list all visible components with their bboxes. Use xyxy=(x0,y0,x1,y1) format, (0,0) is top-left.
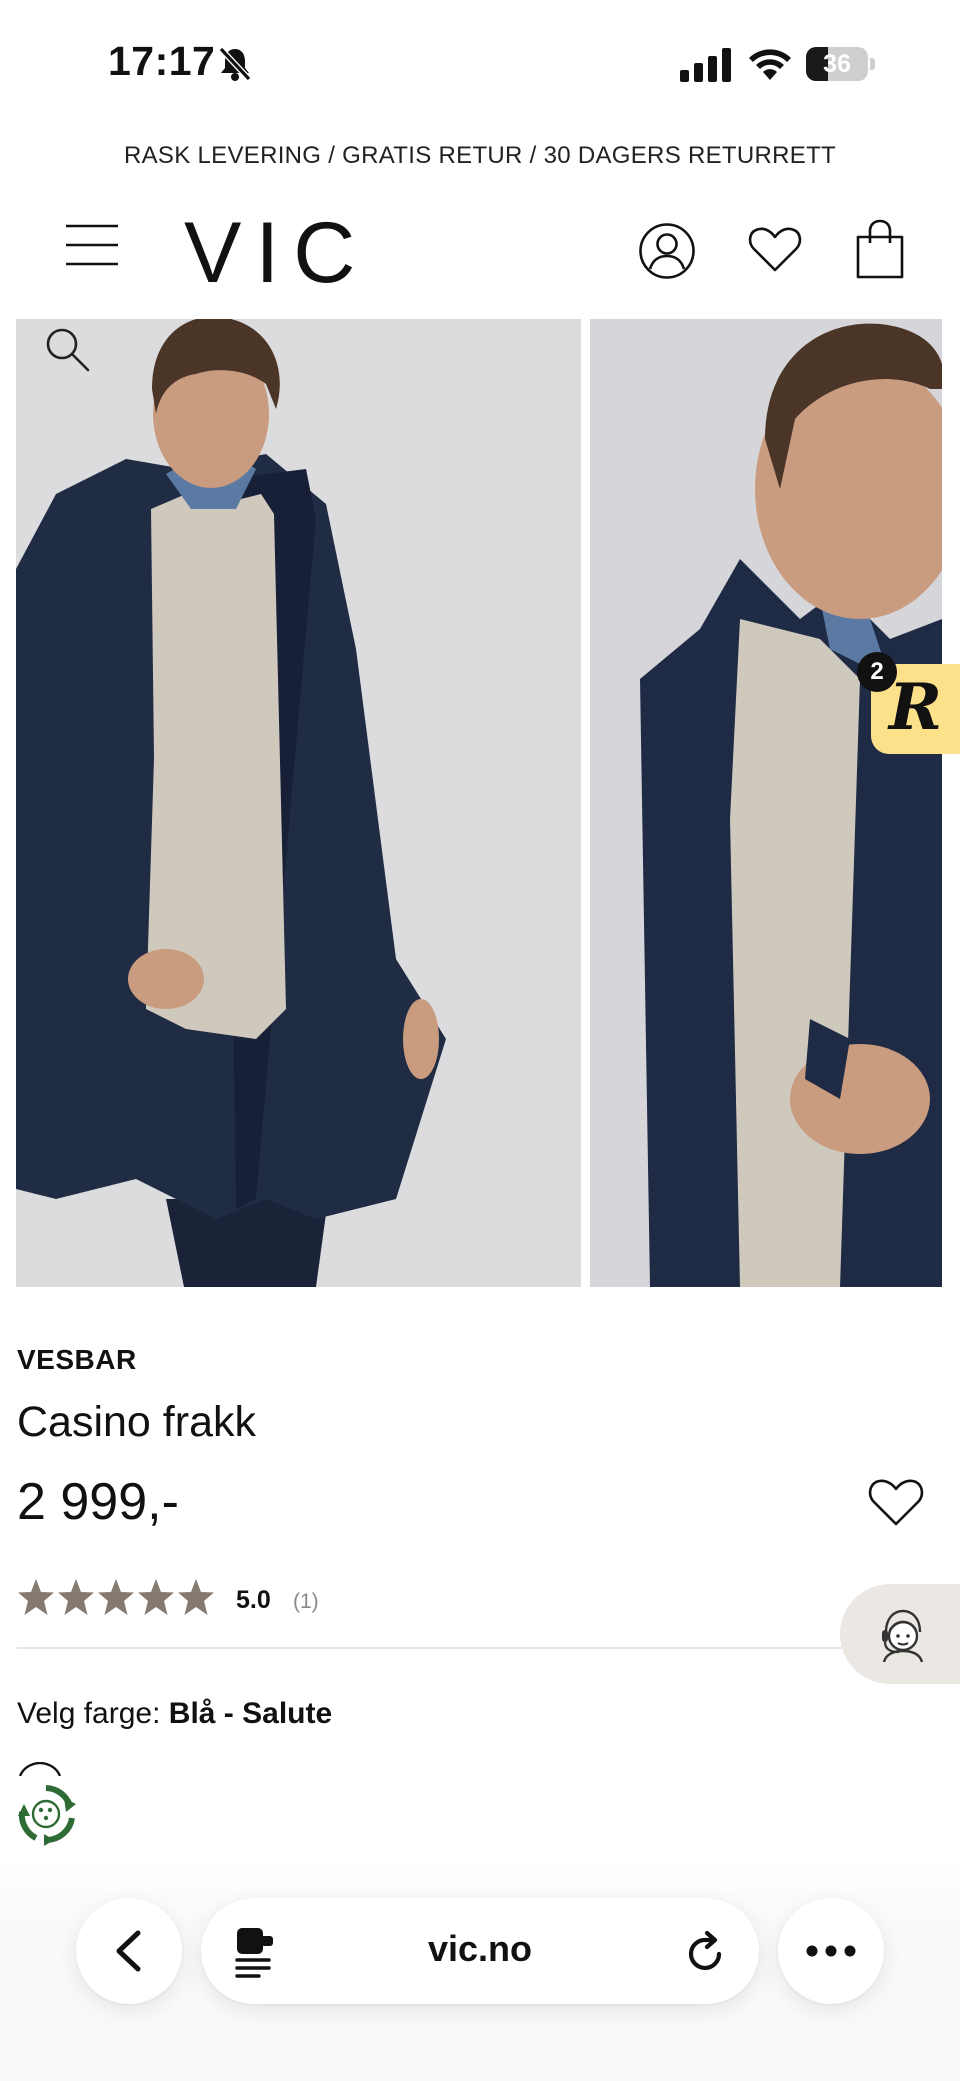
product-price: 2 999,- xyxy=(17,1473,179,1531)
cellular-signal-icon xyxy=(680,48,731,82)
wishlist-icon[interactable] xyxy=(748,226,802,274)
address-bar[interactable]: vic.no xyxy=(201,1898,759,2004)
account-icon[interactable] xyxy=(638,222,696,280)
color-selector-label: Velg farge: Blå - Salute xyxy=(17,1697,332,1731)
browser-back-button[interactable] xyxy=(76,1898,182,2004)
divider xyxy=(17,1647,897,1649)
color-label: Velg farge: xyxy=(17,1697,161,1730)
support-agent-icon xyxy=(882,1609,924,1663)
star-icon xyxy=(98,1579,134,1615)
notification-badge: 2 xyxy=(857,652,897,692)
search-icon[interactable] xyxy=(44,326,90,372)
url-text[interactable]: vic.no xyxy=(201,1928,759,1970)
product-title: Casino frakk xyxy=(17,1398,256,1446)
product-gallery[interactable] xyxy=(16,319,942,1287)
customer-support-button[interactable] xyxy=(840,1584,960,1684)
review-count[interactable]: (1) xyxy=(293,1590,319,1614)
product-brand[interactable]: VESBAR xyxy=(17,1344,137,1376)
selected-color: Blå - Salute xyxy=(168,1697,333,1730)
battery-icon: 36 xyxy=(806,47,876,81)
more-options-button[interactable] xyxy=(778,1898,884,2004)
rating-stars[interactable] xyxy=(17,1578,215,1622)
star-icon xyxy=(18,1579,54,1615)
star-icon xyxy=(58,1579,94,1615)
battery-level: 36 xyxy=(823,50,851,78)
wifi-icon xyxy=(749,49,791,80)
product-photo-full-body[interactable] xyxy=(16,319,581,1287)
shopping-bag-icon[interactable] xyxy=(855,219,905,279)
color-swatch[interactable] xyxy=(18,1762,62,1776)
recycle-icon[interactable] xyxy=(14,1782,78,1846)
announcement-bar: RASK LEVERING / GRATIS RETUR / 30 DAGERS… xyxy=(123,142,836,169)
back-arrow-icon xyxy=(116,1930,141,1972)
menu-icon[interactable] xyxy=(66,224,118,266)
more-icon xyxy=(806,1945,856,1957)
bell-slash-icon xyxy=(218,46,252,82)
rating-value: 5.0 xyxy=(236,1586,271,1614)
brand-logo[interactable]: VIC xyxy=(184,210,369,296)
star-icon xyxy=(138,1579,174,1615)
product-photo-closeup[interactable] xyxy=(590,319,942,1287)
star-icon xyxy=(178,1579,214,1615)
status-time: 17:17 xyxy=(108,38,216,84)
add-to-wishlist-icon[interactable] xyxy=(868,1478,924,1528)
reload-icon[interactable] xyxy=(685,1930,727,1974)
